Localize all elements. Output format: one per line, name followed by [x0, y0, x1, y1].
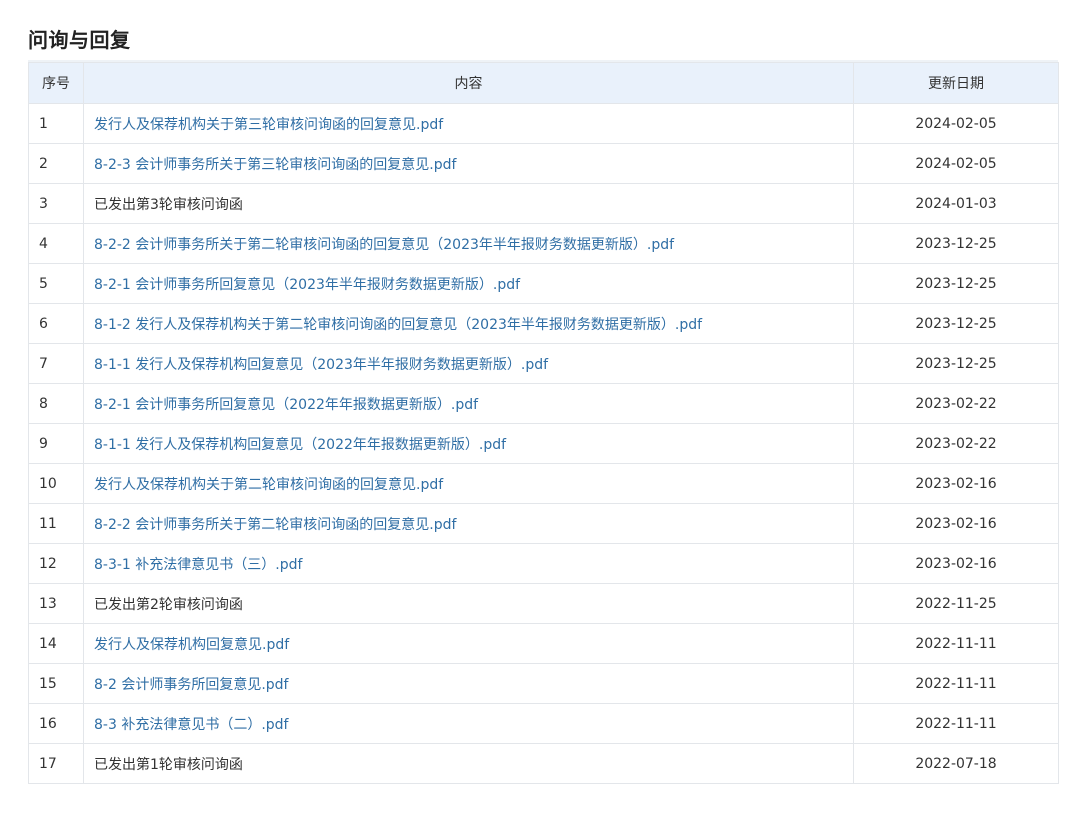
row-update-date: 2022-07-18: [853, 743, 1059, 784]
table-row: 17 已发出第1轮审核问询函 2022-07-18: [28, 743, 1059, 784]
status-text: 已发出第3轮审核问询函: [94, 196, 243, 213]
row-content-cell: 8-2-2 会计师事务所关于第二轮审核问询函的回复意见.pdf: [83, 503, 854, 544]
row-content-cell: 已发出第3轮审核问询函: [83, 183, 854, 224]
row-update-date: 2023-02-16: [853, 503, 1059, 544]
row-serial-number: 9: [28, 423, 84, 464]
row-serial-number: 5: [28, 263, 84, 304]
table-row: 2 8-2-3 会计师事务所关于第三轮审核问询函的回复意见.pdf 2024-02-…: [28, 143, 1059, 184]
row-content-cell: 8-1-1 发行人及保荐机构回复意见（2022年年报数据更新版）.pdf: [83, 423, 854, 464]
row-content-cell: 发行人及保荐机构关于第三轮审核问询函的回复意见.pdf: [83, 103, 854, 144]
table-row: 14 发行人及保荐机构回复意见.pdf 2022-11-11: [28, 623, 1059, 664]
document-link[interactable]: 8-2-1 会计师事务所回复意见（2023年半年报财务数据更新版）.pdf: [94, 277, 520, 293]
document-link[interactable]: 8-2 会计师事务所回复意见.pdf: [94, 677, 288, 693]
table-row: 12 8-3-1 补充法律意见书（三）.pdf 2023-02-16: [28, 543, 1059, 584]
table-row: 15 8-2 会计师事务所回复意见.pdf 2022-11-11: [28, 663, 1059, 704]
row-update-date: 2023-12-25: [853, 303, 1059, 344]
row-serial-number: 16: [28, 703, 84, 744]
header-update-date: 更新日期: [853, 62, 1059, 104]
row-serial-number: 2: [28, 143, 84, 184]
document-link[interactable]: 发行人及保荐机构关于第二轮审核问询函的回复意见.pdf: [94, 477, 443, 493]
row-serial-number: 10: [28, 463, 84, 504]
row-content-cell: 已发出第2轮审核问询函: [83, 583, 854, 624]
table-header: 序号 内容 更新日期: [28, 62, 1059, 104]
table-row: 9 8-1-1 发行人及保荐机构回复意见（2022年年报数据更新版）.pdf 202…: [28, 423, 1059, 464]
document-link[interactable]: 8-2-2 会计师事务所关于第二轮审核问询函的回复意见.pdf: [94, 517, 456, 533]
document-link[interactable]: 8-2-2 会计师事务所关于第二轮审核问询函的回复意见（2023年半年报财务数据…: [94, 237, 674, 253]
status-text: 已发出第1轮审核问询函: [94, 756, 243, 773]
document-link[interactable]: 发行人及保荐机构关于第三轮审核问询函的回复意见.pdf: [94, 117, 443, 133]
row-serial-number: 1: [28, 103, 84, 144]
row-serial-number: 14: [28, 623, 84, 664]
table-row: 3 已发出第3轮审核问询函 2024-01-03: [28, 183, 1059, 224]
table-row: 10 发行人及保荐机构关于第二轮审核问询函的回复意见.pdf 2023-02-16: [28, 463, 1059, 504]
row-update-date: 2023-12-25: [853, 263, 1059, 304]
row-update-date: 2024-01-03: [853, 183, 1059, 224]
row-serial-number: 3: [28, 183, 84, 224]
row-update-date: 2023-12-25: [853, 223, 1059, 264]
row-content-cell: 发行人及保荐机构关于第二轮审核问询函的回复意见.pdf: [83, 463, 854, 504]
row-update-date: 2023-02-16: [853, 543, 1059, 584]
row-content-cell: 8-2-2 会计师事务所关于第二轮审核问询函的回复意见（2023年半年报财务数据…: [83, 223, 854, 264]
row-content-cell: 已发出第1轮审核问询函: [83, 743, 854, 784]
header-serial-number: 序号: [28, 62, 84, 104]
row-update-date: 2022-11-11: [853, 663, 1059, 704]
document-link[interactable]: 8-2-1 会计师事务所回复意见（2022年年报数据更新版）.pdf: [94, 397, 478, 413]
table-row: 16 8-3 补充法律意见书（二）.pdf 2022-11-11: [28, 703, 1059, 744]
row-update-date: 2023-02-22: [853, 383, 1059, 424]
row-update-date: 2022-11-11: [853, 703, 1059, 744]
table-row: 13 已发出第2轮审核问询函 2022-11-25: [28, 583, 1059, 624]
row-serial-number: 4: [28, 223, 84, 264]
row-update-date: 2023-12-25: [853, 343, 1059, 384]
document-link[interactable]: 8-3-1 补充法律意见书（三）.pdf: [94, 557, 302, 573]
status-text: 已发出第2轮审核问询函: [94, 596, 243, 613]
table-row: 1 发行人及保荐机构关于第三轮审核问询函的回复意见.pdf 2024-02-05: [28, 103, 1059, 144]
row-serial-number: 17: [28, 743, 84, 784]
row-content-cell: 8-2-3 会计师事务所关于第三轮审核问询函的回复意见.pdf: [83, 143, 854, 184]
table-row: 4 8-2-2 会计师事务所关于第二轮审核问询函的回复意见（2023年半年报财务数…: [28, 223, 1059, 264]
row-serial-number: 8: [28, 383, 84, 424]
table-body: 1 发行人及保荐机构关于第三轮审核问询函的回复意见.pdf 2024-02-05 2 8…: [28, 103, 1059, 784]
table-row: 7 8-1-1 发行人及保荐机构回复意见（2023年半年报财务数据更新版）.pdf…: [28, 343, 1059, 384]
table-row: 6 8-1-2 发行人及保荐机构关于第二轮审核问询函的回复意见（2023年半年报财…: [28, 303, 1059, 344]
row-content-cell: 发行人及保荐机构回复意见.pdf: [83, 623, 854, 664]
row-update-date: 2024-02-05: [853, 143, 1059, 184]
row-content-cell: 8-3 补充法律意见书（二）.pdf: [83, 703, 854, 744]
row-update-date: 2022-11-25: [853, 583, 1059, 624]
row-serial-number: 12: [28, 543, 84, 584]
document-link[interactable]: 8-2-3 会计师事务所关于第三轮审核问询函的回复意见.pdf: [94, 157, 456, 173]
inquiry-table: 序号 内容 更新日期 1 发行人及保荐机构关于第三轮审核问询函的回复意见.pdf 2…: [28, 62, 1059, 784]
row-update-date: 2023-02-22: [853, 423, 1059, 464]
row-serial-number: 11: [28, 503, 84, 544]
table-row: 5 8-2-1 会计师事务所回复意见（2023年半年报财务数据更新版）.pdf 20…: [28, 263, 1059, 304]
inquiry-page: 问询与回复 序号 内容 更新日期 1 发行人及保荐机构关于第三轮审核问询函的回复意…: [0, 0, 1080, 817]
row-update-date: 2024-02-05: [853, 103, 1059, 144]
row-content-cell: 8-2-1 会计师事务所回复意见（2022年年报数据更新版）.pdf: [83, 383, 854, 424]
table-row: 11 8-2-2 会计师事务所关于第二轮审核问询函的回复意见.pdf 2023-02…: [28, 503, 1059, 544]
header-row: 序号 内容 更新日期: [28, 62, 1059, 104]
row-serial-number: 6: [28, 303, 84, 344]
row-content-cell: 8-3-1 补充法律意见书（三）.pdf: [83, 543, 854, 584]
row-content-cell: 8-2-1 会计师事务所回复意见（2023年半年报财务数据更新版）.pdf: [83, 263, 854, 304]
row-update-date: 2022-11-11: [853, 623, 1059, 664]
document-link[interactable]: 8-1-1 发行人及保荐机构回复意见（2023年半年报财务数据更新版）.pdf: [94, 357, 548, 373]
row-content-cell: 8-1-1 发行人及保荐机构回复意见（2023年半年报财务数据更新版）.pdf: [83, 343, 854, 384]
document-link[interactable]: 8-1-1 发行人及保荐机构回复意见（2022年年报数据更新版）.pdf: [94, 437, 506, 453]
section-title: 问询与回复: [28, 28, 131, 52]
header-content: 内容: [83, 62, 854, 104]
document-link[interactable]: 8-3 补充法律意见书（二）.pdf: [94, 717, 288, 733]
document-link[interactable]: 发行人及保荐机构回复意见.pdf: [94, 637, 289, 653]
table-row: 8 8-2-1 会计师事务所回复意见（2022年年报数据更新版）.pdf 2023-…: [28, 383, 1059, 424]
row-serial-number: 15: [28, 663, 84, 704]
row-serial-number: 7: [28, 343, 84, 384]
document-link[interactable]: 8-1-2 发行人及保荐机构关于第二轮审核问询函的回复意见（2023年半年报财务…: [94, 317, 702, 333]
row-content-cell: 8-2 会计师事务所回复意见.pdf: [83, 663, 854, 704]
row-content-cell: 8-1-2 发行人及保荐机构关于第二轮审核问询函的回复意见（2023年半年报财务…: [83, 303, 854, 344]
row-serial-number: 13: [28, 583, 84, 624]
row-update-date: 2023-02-16: [853, 463, 1059, 504]
